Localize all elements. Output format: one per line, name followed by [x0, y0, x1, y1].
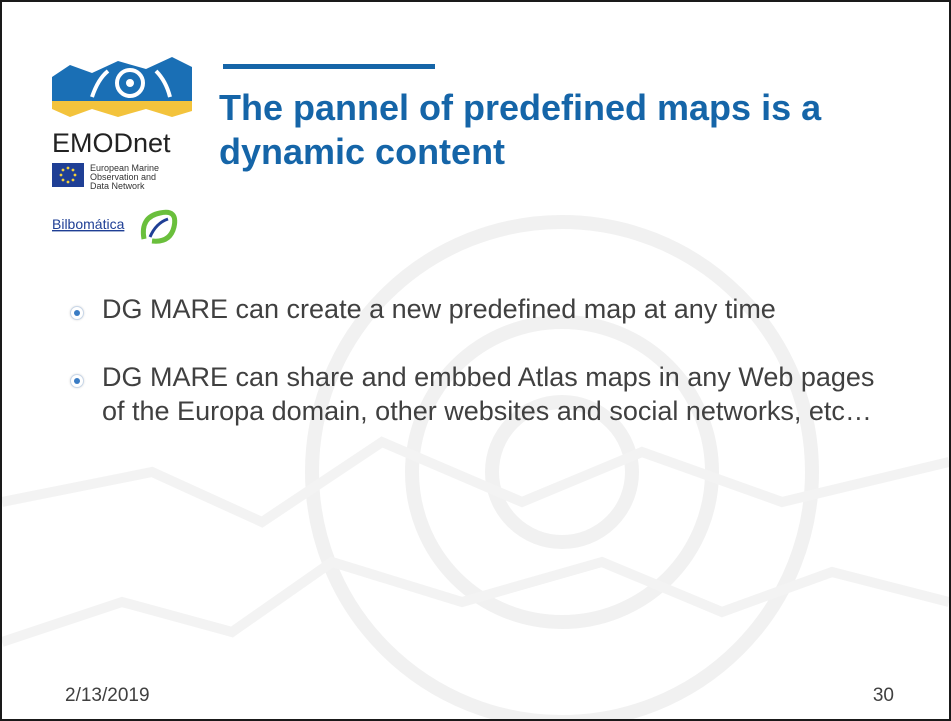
- slide-title: The pannel of predefined maps is a dynam…: [219, 87, 822, 172]
- bullet-text: DG MARE can create a new predefined map …: [102, 294, 776, 324]
- slide: EMODnet European Marine Observation and …: [0, 0, 951, 721]
- footer-date: 2/13/2019: [65, 685, 150, 706]
- partner-swoosh-icon: [140, 209, 178, 244]
- bullet-icon: [70, 374, 84, 388]
- partner-logo-text: Bilbomática: [52, 216, 125, 232]
- logo-name: EMODnet: [52, 128, 171, 158]
- bullet-icon: [70, 306, 84, 320]
- bullet-item: DG MARE can create a new predefined map …: [70, 292, 890, 326]
- bullet-item: DG MARE can share and embbed Atlas maps …: [70, 360, 890, 428]
- logo-subtitle-line-3: Data Network: [90, 181, 145, 191]
- title-accent-bar: [223, 64, 435, 69]
- footer-page-number: 30: [872, 685, 894, 706]
- bullet-list: DG MARE can create a new predefined map …: [70, 292, 890, 462]
- emodnet-logo: EMODnet European Marine Observation and …: [52, 57, 192, 244]
- bullet-text: DG MARE can share and embbed Atlas maps …: [102, 362, 875, 426]
